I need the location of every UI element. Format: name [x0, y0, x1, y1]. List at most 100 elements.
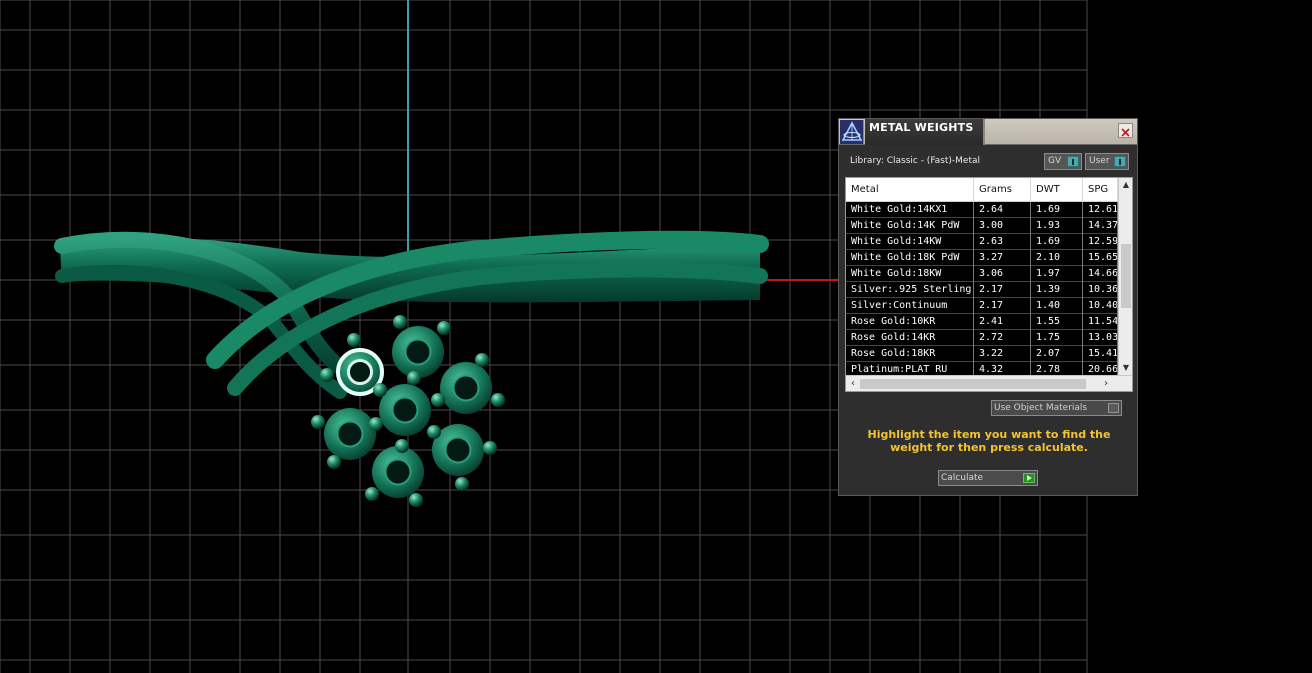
table-cell: 10.40: [1083, 298, 1118, 314]
table-cell: Rose Gold:18KR: [846, 346, 974, 362]
table-row[interactable]: Platinum:PLAT RU 4.32 2.78 20.66: [846, 362, 1132, 375]
table-cell: 1.97: [1031, 266, 1083, 282]
table-cell: 2.41: [974, 314, 1031, 330]
scroll-left-icon[interactable]: ‹: [847, 377, 859, 391]
table-row[interactable]: White Gold:14KW 2.63 1.69 12.59: [846, 234, 1132, 250]
table-cell: 1.93: [1031, 218, 1083, 234]
prong-bead: [491, 393, 505, 407]
table-cell: 12.59: [1083, 234, 1118, 250]
calculate-label: Calculate: [941, 473, 984, 483]
table-cell: 12.61: [1083, 202, 1118, 218]
prong-bead: [483, 441, 497, 455]
scroll-down-icon[interactable]: ▼: [1121, 362, 1131, 374]
table-cell: 15.65: [1083, 250, 1118, 266]
table-cell: Rose Gold:10KR: [846, 314, 974, 330]
prong-bead: [393, 315, 407, 329]
table-cell: 1.55: [1031, 314, 1083, 330]
prong-bead: [327, 455, 341, 469]
library-label: Library: Classic - (Fast)-Metal: [850, 156, 981, 166]
scroll-right-icon[interactable]: ›: [1100, 377, 1112, 391]
stone-setting-hole: [452, 374, 480, 402]
user-toggle[interactable]: User: [1085, 153, 1129, 170]
prong-bead: [373, 383, 387, 397]
table-cell: 10.36: [1083, 282, 1118, 298]
table-row[interactable]: White Gold:18K PdW 3.27 2.10 15.65: [846, 250, 1132, 266]
user-toggle-label: User: [1089, 156, 1110, 166]
column-header-metal[interactable]: Metal: [846, 178, 974, 202]
table-row[interactable]: White Gold:14K PdW 3.00 1.93 14.37: [846, 218, 1132, 234]
gv-toggle[interactable]: GV: [1044, 153, 1082, 170]
table-cell: 3.27: [974, 250, 1031, 266]
table-row[interactable]: White Gold:18KW 3.06 1.97 14.66: [846, 266, 1132, 282]
panel-title-tab: METAL WEIGHTS: [865, 119, 985, 145]
table-cell: 14.37: [1083, 218, 1118, 234]
close-button[interactable]: [1118, 123, 1133, 138]
horizontal-scrollbar[interactable]: ‹ ›: [846, 375, 1132, 391]
table-cell: 2.63: [974, 234, 1031, 250]
table-cell: White Gold:14KW: [846, 234, 974, 250]
table-body: White Gold:14KX1 2.64 1.69 12.61 White Gold:…: [846, 202, 1132, 375]
toggle-icon: [1067, 156, 1079, 167]
prong-bead: [365, 487, 379, 501]
prong-bead: [427, 425, 441, 439]
table-cell: 1.69: [1031, 234, 1083, 250]
panel-titlebar[interactable]: METAL WEIGHTS: [839, 119, 1137, 145]
table-row[interactable]: Silver:Continuum 2.17 1.40 10.40: [846, 298, 1132, 314]
column-header-spg[interactable]: SPG: [1083, 178, 1118, 202]
table-cell: 13.03: [1083, 330, 1118, 346]
table-cell: White Gold:14KX1: [846, 202, 974, 218]
table-cell: White Gold:14K PdW: [846, 218, 974, 234]
table-cell: Silver:.925 Sterling: [846, 282, 974, 298]
vertical-scrollbar[interactable]: ▲ ▼: [1118, 178, 1132, 375]
table-cell: 1.69: [1031, 202, 1083, 218]
prong-bead: [369, 417, 383, 431]
table-cell: 2.72: [974, 330, 1031, 346]
panel-title: METAL WEIGHTS: [869, 121, 974, 134]
prong-bead: [395, 439, 409, 453]
prong-bead: [455, 477, 469, 491]
horizontal-scroll-thumb[interactable]: [860, 379, 1086, 389]
instructions-text: Highlight the item you want to find the …: [867, 428, 1111, 454]
table-cell: 20.66: [1083, 362, 1118, 375]
stone-setting-hole: [444, 436, 472, 464]
table-cell: 11.54: [1083, 314, 1118, 330]
table-cell: 2.10: [1031, 250, 1083, 266]
stone-cluster: [311, 315, 505, 507]
scroll-up-icon[interactable]: ▲: [1121, 179, 1131, 191]
table-row[interactable]: Silver:.925 Sterling 2.17 1.39 10.36: [846, 282, 1132, 298]
table-cell: 2.17: [974, 282, 1031, 298]
table-cell: 2.64: [974, 202, 1031, 218]
table-cell: Rose Gold:14KR: [846, 330, 974, 346]
table-cell: 2.17: [974, 298, 1031, 314]
calculate-button[interactable]: Calculate: [938, 470, 1038, 486]
prong-bead: [431, 393, 445, 407]
table-cell: 3.00: [974, 218, 1031, 234]
close-icon: [1121, 128, 1130, 137]
prong-bead: [320, 368, 334, 382]
column-header-grams[interactable]: Grams: [974, 178, 1031, 202]
use-object-materials-label: Use Object Materials: [994, 403, 1088, 413]
toggle-icon: [1108, 403, 1119, 413]
table-cell: Platinum:PLAT RU: [846, 362, 974, 375]
prong-bead: [475, 353, 489, 367]
use-object-materials-toggle[interactable]: Use Object Materials: [991, 400, 1122, 416]
metal-weights-panel: METAL WEIGHTS Library: Classic - (Fast)-…: [838, 118, 1138, 496]
prong-bead: [409, 493, 423, 507]
column-header-dwt[interactable]: DWT: [1031, 178, 1083, 202]
table-cell: White Gold:18KW: [846, 266, 974, 282]
table-cell: 2.07: [1031, 346, 1083, 362]
prong-bead: [347, 333, 361, 347]
ring-model[interactable]: [54, 230, 769, 507]
stone-setting-hole: [391, 396, 419, 424]
table-row[interactable]: Rose Gold:18KR 3.22 2.07 15.41: [846, 346, 1132, 362]
table-cell: 14.66: [1083, 266, 1118, 282]
stone-setting-hole: [384, 458, 412, 486]
prong-bead: [407, 371, 421, 385]
vertical-scroll-thumb[interactable]: [1121, 244, 1131, 308]
metal-weights-table[interactable]: Metal Grams DWT SPG White Gold:14KX1 2.64…: [845, 177, 1133, 392]
table-row[interactable]: Rose Gold:10KR 2.41 1.55 11.54: [846, 314, 1132, 330]
stone-setting-hole: [346, 358, 374, 386]
prong-bead: [437, 321, 451, 335]
table-row[interactable]: Rose Gold:14KR 2.72 1.75 13.03: [846, 330, 1132, 346]
table-row[interactable]: White Gold:14KX1 2.64 1.69 12.61: [846, 202, 1132, 218]
